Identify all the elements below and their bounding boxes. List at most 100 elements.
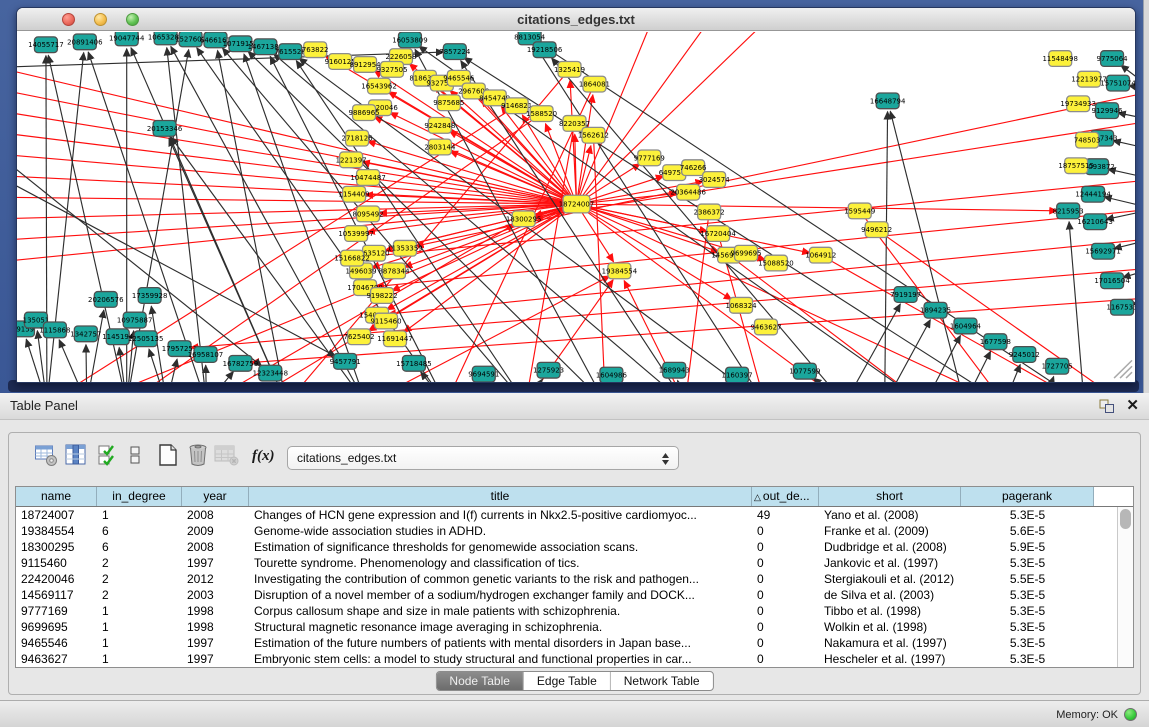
table-row[interactable]: 969969511998Structural magnetic resonanc…	[16, 619, 1133, 635]
graph-node[interactable]: 14055717	[28, 37, 63, 53]
graph-node[interactable]: 9875685	[433, 95, 464, 111]
graph-node[interactable]: 8215953	[1053, 203, 1084, 219]
tab-network-table[interactable]: Network Table	[610, 672, 713, 690]
graph-node[interactable]: 9496212	[861, 222, 892, 238]
graph-node[interactable]: 9694591	[468, 366, 499, 382]
scrollbar-thumb[interactable]	[1120, 509, 1131, 529]
graph-node[interactable]: 10975887	[117, 312, 152, 328]
graph-node[interactable]: 9115460	[370, 313, 401, 329]
graph-node[interactable]: 1595449	[844, 203, 875, 219]
graph-node[interactable]: 17016504	[1094, 273, 1130, 289]
graph-node[interactable]: 15088520	[758, 255, 793, 271]
delete-column-icon[interactable]	[186, 443, 210, 467]
graph-node[interactable]: 9463627	[750, 319, 781, 335]
new-column-icon[interactable]	[156, 443, 180, 467]
graph-node[interactable]: 7625402	[344, 329, 375, 345]
network-file-select[interactable]: citations_edges.txt	[287, 446, 679, 470]
graph-node[interactable]: 20153346	[147, 120, 182, 136]
graph-node[interactable]: 17359928	[132, 288, 167, 304]
graph-node[interactable]: 16648794	[870, 93, 906, 109]
close-traffic-light-icon[interactable]	[62, 13, 75, 26]
network-canvas[interactable]: 18724007 14055717 20891406 19047744 1065…	[17, 32, 1135, 382]
column-header-out_de[interactable]: △out_de...	[752, 487, 819, 506]
select-all-rows-icon[interactable]	[98, 443, 122, 467]
graph-node[interactable]: 7857224	[439, 44, 471, 60]
table-row[interactable]: 2242004622012Investigating the contribut…	[16, 571, 1133, 587]
graph-node[interactable]: 1604964	[950, 318, 982, 334]
graph-node[interactable]: 15718485	[396, 355, 431, 371]
graph-node[interactable]: 1864081	[579, 76, 610, 92]
graph-node[interactable]: 1115868	[39, 322, 70, 338]
float-window-icon[interactable]	[1099, 399, 1115, 419]
table-row[interactable]: 1456911722003Disruption of a novel membe…	[16, 587, 1133, 603]
graph-node[interactable]: 1677598	[980, 334, 1011, 350]
table-row[interactable]: 911546021997Tourette syndrome. Phenomeno…	[16, 555, 1133, 571]
graph-node[interactable]: 1727705	[1042, 358, 1073, 374]
column-header-short[interactable]: short	[819, 487, 961, 506]
graph-node[interactable]: 12444194	[1075, 186, 1111, 202]
table-row[interactable]: 946362711997Embryonic stem cells: a mode…	[16, 651, 1133, 667]
table-mode-icon[interactable]	[34, 443, 58, 467]
graph-node[interactable]: 18724007	[559, 195, 594, 213]
zoom-traffic-light-icon[interactable]	[126, 13, 139, 26]
table-scrollbar[interactable]	[1117, 507, 1133, 667]
tab-edge-table[interactable]: Edge Table	[523, 672, 610, 690]
graph-node[interactable]: 9777169	[634, 150, 665, 166]
graph-node[interactable]: 1068324	[726, 297, 758, 313]
column-header-pagerank[interactable]: pagerank	[961, 487, 1094, 506]
network-window-titlebar[interactable]: citations_edges.txt	[17, 8, 1135, 31]
table-row[interactable]: 1938455462009Genome-wide association stu…	[16, 523, 1133, 539]
table-row[interactable]: 1872400712008Changes of HCN gene express…	[16, 507, 1133, 523]
column-header-year[interactable]: year	[182, 487, 249, 506]
graph-node[interactable]: 1342757	[70, 326, 101, 342]
graph-node[interactable]: 8095492	[353, 206, 384, 222]
graph-node[interactable]: 8878344	[378, 263, 410, 279]
graph-node[interactable]: 1588520	[526, 106, 557, 122]
graph-node[interactable]: 3024574	[699, 172, 731, 188]
graph-node[interactable]: 9129946	[1092, 103, 1123, 119]
graph-node[interactable]: 2718126	[342, 130, 373, 146]
graph-node[interactable]: 1064912	[805, 247, 836, 263]
graph-node[interactable]: 19047744	[109, 32, 145, 46]
graph-node[interactable]: 19384554	[602, 263, 638, 279]
table-row[interactable]: 1830029562008Estimation of significance …	[16, 539, 1133, 555]
canvas-resize-grip[interactable]	[1114, 360, 1132, 378]
table-row[interactable]: 946554611997Estimation of the future num…	[16, 635, 1133, 651]
graph-node[interactable]: 9242848	[424, 118, 455, 134]
graph-node[interactable]: 1167533	[1107, 299, 1135, 315]
graph-node[interactable]: 748503	[1074, 132, 1101, 148]
graph-node[interactable]: 20891406	[67, 34, 102, 50]
graph-node[interactable]: 1562612	[578, 127, 609, 143]
graph-node[interactable]: 1160397	[722, 367, 753, 382]
graph-node[interactable]: 1689943	[659, 362, 690, 378]
graph-node[interactable]: 1077599	[789, 363, 820, 379]
graph-node[interactable]: 9327505	[376, 61, 407, 77]
row-height-icon[interactable]	[128, 443, 152, 467]
graph-node[interactable]: 20206576	[88, 292, 123, 308]
citation-network-graph[interactable]: 18724007 14055717 20891406 19047744 1065…	[17, 32, 1135, 382]
graph-node[interactable]: 16053809	[392, 32, 427, 48]
graph-node[interactable]: 2803144	[424, 139, 456, 155]
graph-node[interactable]: 9775064	[1097, 51, 1129, 67]
graph-node[interactable]: 9245012	[1009, 347, 1040, 363]
graph-node[interactable]: 1604986	[596, 367, 627, 382]
graph-node[interactable]: 1275923	[533, 362, 564, 378]
show-columns-icon[interactable]	[64, 443, 88, 467]
table-row[interactable]: 977716911998Corpus callosum shape and si…	[16, 603, 1133, 619]
function-builder-icon[interactable]: f(x)	[251, 443, 275, 467]
graph-node[interactable]: 1894235	[920, 302, 951, 318]
close-panel-icon[interactable]: ✕	[1126, 396, 1139, 416]
column-header-title[interactable]: title	[249, 487, 752, 506]
minimize-traffic-light-icon[interactable]	[94, 13, 107, 26]
graph-node[interactable]: 11548498	[1042, 51, 1077, 67]
graph-node[interactable]: 1154409	[339, 186, 370, 202]
column-header-in_degree[interactable]: in_degree	[97, 487, 182, 506]
graph-node[interactable]: 763822	[302, 42, 329, 58]
column-header-name[interactable]: name	[16, 487, 97, 506]
graph-node[interactable]: 2386372	[694, 204, 725, 220]
graph-node[interactable]: 11691447	[377, 331, 412, 347]
graph-node[interactable]: 9198222	[366, 288, 397, 304]
graph-node[interactable]: 9886965	[349, 105, 380, 121]
graph-node[interactable]: 10539997	[338, 226, 373, 242]
graph-node[interactable]: 15692971	[1085, 243, 1120, 259]
